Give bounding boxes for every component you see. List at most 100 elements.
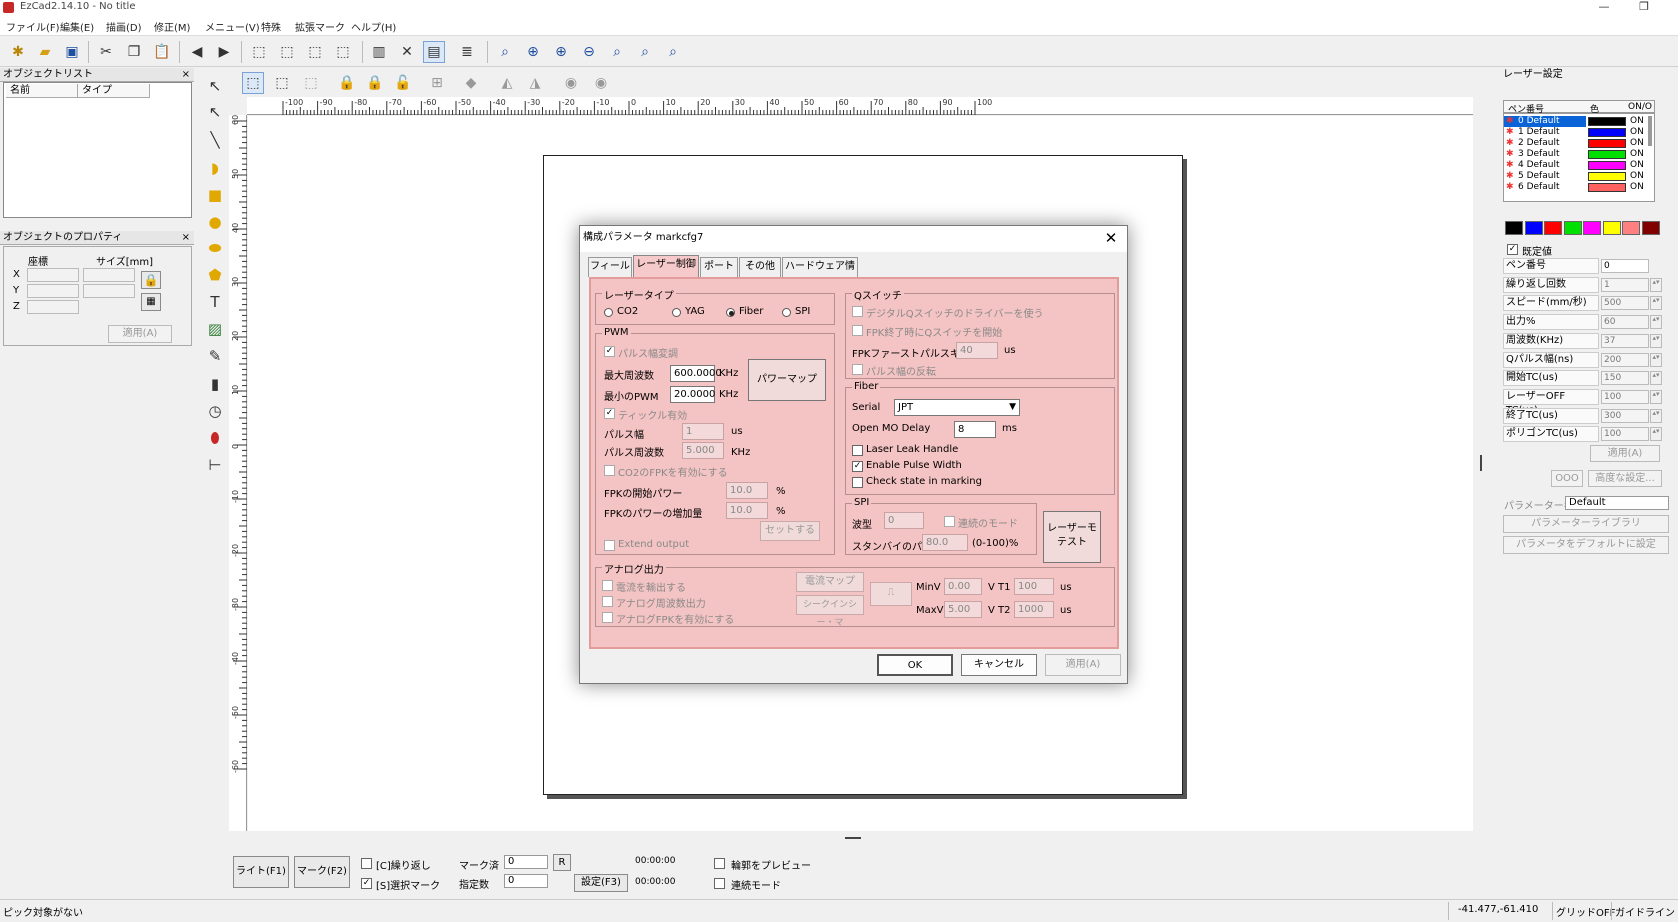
lock-icon[interactable]: 🔒: [336, 72, 358, 94]
mirror-v-icon[interactable]: ◮: [524, 72, 546, 94]
open-icon[interactable]: ▰: [34, 41, 56, 63]
max-freq-input[interactable]: 600.0000: [670, 365, 722, 382]
default-checkbox[interactable]: ✓: [1507, 244, 1518, 255]
menu-edit[interactable]: 編集(E): [60, 19, 94, 34]
spinner-icon[interactable]: ▴▾: [1650, 389, 1662, 404]
extend-output-checkbox[interactable]: [604, 540, 615, 551]
tab-hardware-info[interactable]: ハードウェア情報: [782, 257, 858, 290]
pen-param-value[interactable]: 500: [1601, 296, 1649, 311]
bitmap-icon[interactable]: ▨: [202, 317, 228, 341]
tag-icon[interactable]: ◆: [460, 72, 482, 94]
pulse-width-input[interactable]: 1: [682, 423, 724, 440]
pen-state[interactable]: ON: [1630, 160, 1644, 171]
x-coord-field[interactable]: [27, 268, 79, 282]
co2-fpk-checkbox[interactable]: [604, 465, 615, 476]
dialog-close-button[interactable]: ✕: [1101, 228, 1121, 248]
pen-row[interactable]: ✱ 4 Default ON: [1504, 160, 1654, 171]
laser-type-co2-radio[interactable]: [604, 308, 613, 317]
minv-input[interactable]: 0.00: [944, 578, 982, 595]
fpk-killer-input[interactable]: 40: [956, 342, 998, 359]
palette-swatch[interactable]: [1583, 221, 1601, 235]
menu-extended-mark[interactable]: 拡張マーク: [295, 19, 345, 34]
extend-axis-icon[interactable]: ⊢: [202, 453, 228, 477]
group-icon[interactable]: ⊞: [426, 72, 448, 94]
eye-all-icon[interactable]: ◉: [590, 72, 612, 94]
spinner-icon[interactable]: ▴▾: [1650, 427, 1662, 442]
pen-row[interactable]: ✱ 5 Default ON: [1504, 171, 1654, 182]
maxv-input[interactable]: 5.00: [944, 601, 982, 618]
param-small-button[interactable]: OOO: [1551, 470, 1583, 487]
parameters-icon[interactable]: ▤: [423, 41, 445, 63]
laser-mode-test-button[interactable]: レーザーモテスト: [1043, 511, 1101, 563]
marked-count-field[interactable]: 0: [504, 855, 548, 869]
t1-input[interactable]: 100: [1014, 578, 1054, 595]
power-map-button[interactable]: パワーマップ: [748, 359, 826, 401]
param-name-field[interactable]: Default: [1565, 496, 1669, 510]
palette-swatch[interactable]: [1563, 221, 1582, 235]
pen-state[interactable]: ON: [1630, 138, 1644, 149]
pen-color-swatch[interactable]: [1588, 150, 1626, 159]
current-map-button[interactable]: 電流マップ: [796, 572, 864, 592]
enable-pulse-width-checkbox[interactable]: ✓: [852, 461, 863, 472]
line-icon[interactable]: ╲: [202, 128, 228, 152]
tools-icon[interactable]: ✕: [396, 41, 418, 63]
param-library-button[interactable]: パラメーターライブラリ: [1503, 515, 1669, 533]
menu-help[interactable]: ヘルプ(H): [351, 19, 396, 34]
maximize-button[interactable]: ❐: [1626, 0, 1662, 16]
palette-swatch[interactable]: [1602, 221, 1621, 235]
pen-param-value[interactable]: 1: [1601, 277, 1649, 292]
spinner-icon[interactable]: ▴▾: [1650, 371, 1662, 386]
analog-freq-checkbox[interactable]: [602, 596, 613, 607]
select-mode-icon[interactable]: ⬚: [242, 72, 264, 94]
properties-close-icon[interactable]: ×: [182, 231, 190, 245]
menu-special[interactable]: 特殊: [261, 19, 281, 34]
tickle-checkbox[interactable]: ✓: [604, 408, 615, 419]
mirror-h-icon[interactable]: ◭: [496, 72, 518, 94]
repeat-checkbox[interactable]: [361, 858, 372, 869]
pen-list[interactable]: ✱ 0 Default ON ✱ 1 Default ON ✱ 2 Default ON ✱ 3 D…: [1503, 113, 1655, 202]
spinner-icon[interactable]: ▴▾: [1650, 352, 1662, 367]
zoom-all-icon[interactable]: ⌕: [606, 41, 628, 63]
pen-row[interactable]: ✱ 0 Default ON: [1504, 116, 1644, 127]
fpk-inc-input[interactable]: 10.0: [726, 502, 768, 519]
x-size-field[interactable]: [83, 268, 135, 282]
pen-param-value[interactable]: 150: [1601, 371, 1649, 386]
fpk-end-checkbox[interactable]: [852, 325, 863, 336]
pulse-freq-input[interactable]: 5.000: [682, 442, 724, 459]
pen-param-value[interactable]: 100: [1601, 427, 1649, 442]
pen-param-value[interactable]: 300: [1601, 408, 1649, 423]
zoom-in-icon[interactable]: ⊕: [522, 41, 544, 63]
laser-type-spi-radio[interactable]: [782, 308, 791, 317]
cut-icon[interactable]: ✂: [95, 41, 117, 63]
select-add-icon[interactable]: ⬚: [332, 41, 354, 63]
digital-qswitch-checkbox[interactable]: [852, 306, 863, 317]
pen-state[interactable]: ON: [1630, 127, 1644, 138]
serial-select[interactable]: JPT ▼: [894, 399, 1020, 416]
menu-modify[interactable]: 修正(M): [154, 19, 190, 34]
menu-draw[interactable]: 描画(D): [106, 19, 142, 34]
sequence-map-button[interactable]: シークインシー・マ: [796, 595, 864, 628]
mo-delay-input[interactable]: 8: [954, 421, 996, 438]
status-grid[interactable]: グリッドOFF: [1556, 904, 1615, 919]
laser-leak-checkbox[interactable]: [852, 445, 863, 456]
pen-param-value[interactable]: 100: [1601, 389, 1649, 404]
spinner-icon[interactable]: ▴▾: [1650, 408, 1662, 423]
object-list-col-type[interactable]: タイプ: [78, 84, 150, 98]
redo-icon[interactable]: ▶: [213, 41, 235, 63]
pen-row[interactable]: ✱ 1 Default ON: [1504, 127, 1654, 138]
select-partial-icon[interactable]: ⬚: [276, 41, 298, 63]
waveform-icon[interactable]: ⎍: [870, 582, 912, 606]
node-edit-icon[interactable]: ↖: [202, 100, 228, 124]
t2-input[interactable]: 1000: [1014, 601, 1054, 618]
spi-continuous-checkbox[interactable]: [944, 516, 955, 527]
splitter-handle[interactable]: [1480, 455, 1482, 471]
spinner-icon[interactable]: ▴▾: [1650, 333, 1662, 348]
mark-button[interactable]: マーク(F2): [294, 856, 350, 888]
advanced-settings-button[interactable]: 高度な設定...: [1588, 470, 1662, 487]
object-list-close-icon[interactable]: ×: [182, 68, 190, 82]
zoom-select-icon[interactable]: ⌕: [662, 41, 684, 63]
pen-state[interactable]: ON: [1630, 171, 1644, 182]
pen-color-swatch[interactable]: [1588, 172, 1626, 181]
pen-row[interactable]: ✱ 6 Default ON: [1504, 182, 1654, 193]
reset-count-button[interactable]: R: [553, 854, 571, 871]
